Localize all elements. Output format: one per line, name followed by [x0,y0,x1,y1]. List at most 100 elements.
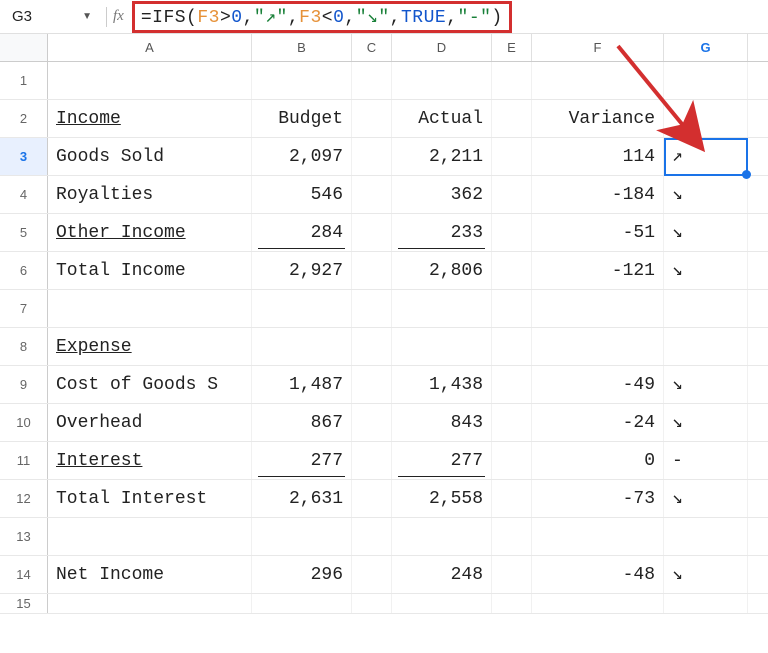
cell-c2[interactable] [352,100,392,137]
name-box[interactable]: G3 ▼ [4,8,100,25]
cell-a12[interactable]: Total Interest [48,480,252,517]
name-box-dropdown-icon[interactable]: ▼ [74,11,100,22]
cell-a11[interactable]: Interest [48,442,252,479]
cell-b13[interactable] [252,518,352,555]
col-header-e[interactable]: E [492,34,532,61]
cell-c15[interactable] [352,594,392,613]
cell-b7[interactable] [252,290,352,327]
cell-b15[interactable] [252,594,352,613]
cell-f9[interactable]: -49 [532,366,664,403]
col-header-b[interactable]: B [252,34,352,61]
cell-d10[interactable]: 843 [392,404,492,441]
row-header-14[interactable]: 14 [0,556,48,593]
cell-e11[interactable] [492,442,532,479]
cell-e15[interactable] [492,594,532,613]
cell-a4[interactable]: Royalties [48,176,252,213]
cell-d13[interactable] [392,518,492,555]
cell-c5[interactable] [352,214,392,251]
cell-b8[interactable] [252,328,352,365]
cell-b12[interactable]: 2,631 [252,480,352,517]
cell-d1[interactable] [392,62,492,99]
col-header-c[interactable]: C [352,34,392,61]
cell-f6[interactable]: -121 [532,252,664,289]
cell-a10[interactable]: Overhead [48,404,252,441]
cell-e8[interactable] [492,328,532,365]
cell-a5[interactable]: Other Income [48,214,252,251]
cell-b10[interactable]: 867 [252,404,352,441]
cell-d2[interactable]: Actual [392,100,492,137]
cell-c1[interactable] [352,62,392,99]
cell-b1[interactable] [252,62,352,99]
cell-g2[interactable] [664,100,748,137]
row-header-6[interactable]: 6 [0,252,48,289]
col-header-d[interactable]: D [392,34,492,61]
cell-b11[interactable]: 277 [252,442,352,479]
row-header-11[interactable]: 11 [0,442,48,479]
cell-d12[interactable]: 2,558 [392,480,492,517]
cell-e4[interactable] [492,176,532,213]
cell-g8[interactable] [664,328,748,365]
cell-e9[interactable] [492,366,532,403]
row-header-5[interactable]: 5 [0,214,48,251]
cell-d8[interactable] [392,328,492,365]
row-header-8[interactable]: 8 [0,328,48,365]
cell-a7[interactable] [48,290,252,327]
cell-g9[interactable]: ↘ [664,366,748,403]
cell-b14[interactable]: 296 [252,556,352,593]
cell-f14[interactable]: -48 [532,556,664,593]
cell-d7[interactable] [392,290,492,327]
cell-f1[interactable] [532,62,664,99]
cell-d3[interactable]: 2,211 [392,138,492,175]
cell-e3[interactable] [492,138,532,175]
cell-c4[interactable] [352,176,392,213]
cell-a2[interactable]: Income [48,100,252,137]
cell-g13[interactable] [664,518,748,555]
cell-g12[interactable]: ↘ [664,480,748,517]
cell-c8[interactable] [352,328,392,365]
select-all-corner[interactable] [0,34,48,61]
cell-e7[interactable] [492,290,532,327]
cell-a8[interactable]: Expense [48,328,252,365]
cell-a3[interactable]: Goods Sold [48,138,252,175]
cell-d6[interactable]: 2,806 [392,252,492,289]
cell-f7[interactable] [532,290,664,327]
cell-c7[interactable] [352,290,392,327]
cell-d15[interactable] [392,594,492,613]
cell-b4[interactable]: 546 [252,176,352,213]
cell-b5[interactable]: 284 [252,214,352,251]
cell-d4[interactable]: 362 [392,176,492,213]
cell-f10[interactable]: -24 [532,404,664,441]
cell-d11[interactable]: 277 [392,442,492,479]
row-header-1[interactable]: 1 [0,62,48,99]
cell-c6[interactable] [352,252,392,289]
cell-e5[interactable] [492,214,532,251]
cell-c14[interactable] [352,556,392,593]
row-header-12[interactable]: 12 [0,480,48,517]
cell-f12[interactable]: -73 [532,480,664,517]
cell-d14[interactable]: 248 [392,556,492,593]
cell-g4[interactable]: ↘ [664,176,748,213]
cell-g3[interactable]: ↗ [664,138,748,175]
row-header-7[interactable]: 7 [0,290,48,327]
cell-e14[interactable] [492,556,532,593]
cell-g11[interactable]: - [664,442,748,479]
cell-c3[interactable] [352,138,392,175]
cell-g7[interactable] [664,290,748,327]
cell-e6[interactable] [492,252,532,289]
cell-d5[interactable]: 233 [392,214,492,251]
cell-g14[interactable]: ↘ [664,556,748,593]
cell-b2[interactable]: Budget [252,100,352,137]
cell-f13[interactable] [532,518,664,555]
cell-a1[interactable] [48,62,252,99]
row-header-3[interactable]: 3 [0,138,48,175]
col-header-f[interactable]: F [532,34,664,61]
cell-e13[interactable] [492,518,532,555]
cell-f15[interactable] [532,594,664,613]
cell-g1[interactable] [664,62,748,99]
cell-f3[interactable]: 114 [532,138,664,175]
cell-e10[interactable] [492,404,532,441]
cell-g10[interactable]: ↘ [664,404,748,441]
formula-input[interactable]: = IFS ( F3 > 0 , "↗" , F3 < 0 , "↘" , TR… [132,1,512,33]
cell-a14[interactable]: Net Income [48,556,252,593]
cell-g5[interactable]: ↘ [664,214,748,251]
